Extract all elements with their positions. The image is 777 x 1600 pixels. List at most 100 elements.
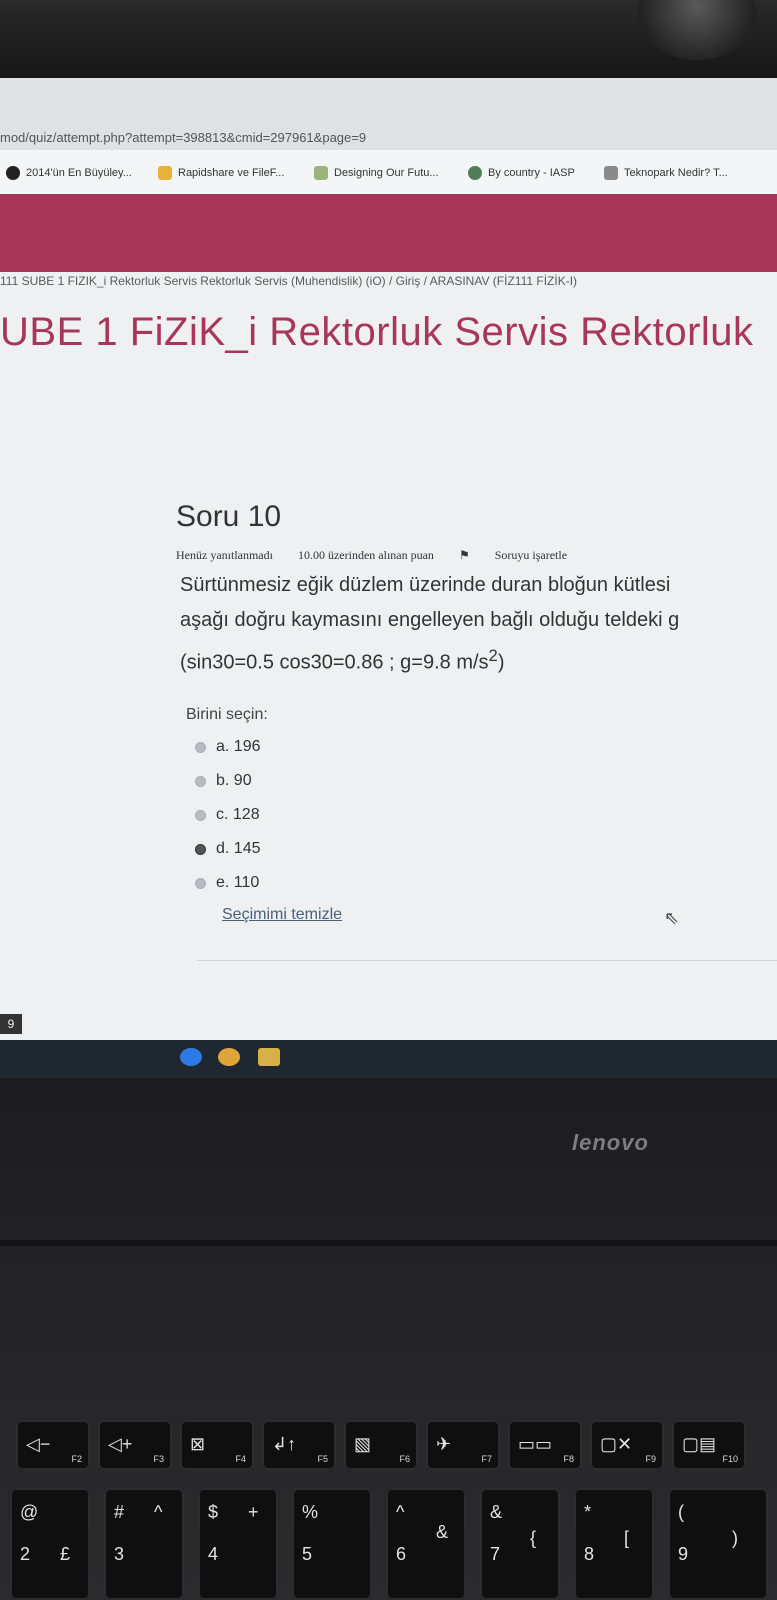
key-8[interactable]: * 8 [: [574, 1488, 654, 1600]
key-symbol: 2: [20, 1544, 31, 1564]
radio-button[interactable]: [195, 775, 206, 787]
key-f9[interactable]: ▢✕ F9: [590, 1420, 664, 1470]
clear-choice-link[interactable]: Seçimimi temizle: [222, 906, 342, 924]
key-symbol: {: [530, 1528, 537, 1548]
radio-button[interactable]: [195, 741, 206, 753]
key-symbol: @: [20, 1502, 39, 1522]
formula-exponent: 2: [488, 646, 498, 665]
option-label: d. 145: [216, 840, 261, 857]
key-symbol: 6: [396, 1544, 407, 1564]
key-label: F3: [153, 1454, 164, 1464]
laptop-hinge: [0, 1240, 777, 1246]
bookmark-site-icon: [604, 166, 618, 180]
bookmark-item[interactable]: Designing Our Futu...: [314, 166, 439, 180]
key-label: F2: [71, 1454, 82, 1464]
question-info: Henüz yanıtlanmadı 10.00 üzerinden alına…: [176, 548, 611, 563]
question-text-line: (sin30=0.5 cos30=0.86 ; g=9.8 m/s2): [180, 638, 679, 681]
key-symbol: #: [114, 1502, 125, 1522]
key-symbol: *: [584, 1502, 592, 1522]
breadcrumb[interactable]: 111 SUBE 1 FIZIK_i Rektorluk Servis Rekt…: [0, 274, 577, 288]
key-symbol: ): [732, 1528, 738, 1548]
key-label: F9: [645, 1454, 656, 1464]
radio-button-selected[interactable]: [195, 843, 206, 855]
bookmark-globe-icon: [468, 166, 482, 180]
question-text: Sürtünmesiz eğik düzlem üzerinde duran b…: [180, 568, 679, 681]
key-symbol: ◁+: [108, 1434, 133, 1454]
key-9[interactable]: (9): [668, 1488, 768, 1600]
formula-text: (sin30=0.5 cos30=0.86 ; g=9.8 m/s: [180, 651, 489, 674]
key-symbol: ^: [396, 1502, 405, 1522]
radio-button[interactable]: [195, 809, 206, 821]
flag-label: Soruyu işaretle: [494, 548, 568, 562]
key-label: F7: [481, 1454, 492, 1464]
taskbar: [0, 1040, 777, 1078]
bookmark-label: Teknopark Nedir? T...: [624, 167, 728, 179]
radio-button[interactable]: [195, 877, 206, 889]
key-label: F8: [563, 1454, 574, 1464]
question-text-line: aşağı doğru kaymasını engelleyen bağlı o…: [180, 609, 680, 631]
key-f3[interactable]: ◁+ F3: [98, 1420, 172, 1470]
bookmark-item[interactable]: Teknopark Nedir? T...: [604, 166, 728, 180]
key-symbol: &: [436, 1522, 449, 1542]
key-3[interactable]: #3 ^: [104, 1488, 184, 1600]
bookmark-download-icon: [158, 166, 172, 180]
key-f6[interactable]: ▧ F6: [344, 1420, 418, 1470]
site-header-banner: [0, 194, 777, 272]
bookmark-image-icon: [314, 166, 328, 180]
key-symbol: $: [208, 1502, 219, 1522]
browser-screen: mod/quiz/attempt.php?attempt=398813&cmid…: [0, 78, 777, 1078]
key-f10[interactable]: ▢▤ F10: [672, 1420, 746, 1470]
key-symbol: 7: [490, 1544, 501, 1564]
answer-option-c[interactable]: c. 128: [195, 806, 260, 824]
monitor-bezel: [0, 0, 777, 80]
key-f5[interactable]: ↲↑ F5: [262, 1420, 336, 1470]
key-7[interactable]: & 7 {: [480, 1488, 560, 1600]
key-symbol: +: [248, 1502, 259, 1522]
key-symbol: ↲↑: [272, 1434, 297, 1454]
key-symbol: 3: [114, 1544, 125, 1564]
key-f7[interactable]: ✈ F7: [426, 1420, 500, 1470]
key-symbol: (: [678, 1502, 684, 1522]
key-symbol: ▭▭: [518, 1434, 553, 1454]
answer-option-b[interactable]: b. 90: [195, 772, 252, 790]
key-symbol: ▢✕: [600, 1434, 633, 1454]
file-explorer-icon[interactable]: [258, 1048, 280, 1066]
mouse-pointer-icon: ⇖: [664, 908, 680, 928]
formula-text: ): [497, 651, 505, 674]
answer-option-e[interactable]: e. 110: [195, 874, 259, 892]
key-5[interactable]: % 5: [292, 1488, 372, 1600]
bookmark-site-icon: [6, 166, 20, 180]
option-label: b. 90: [216, 772, 252, 789]
background-object: [637, 0, 757, 60]
key-symbol: ⊠: [190, 1434, 206, 1454]
edge-browser-icon[interactable]: [180, 1048, 202, 1066]
key-label: F5: [317, 1454, 328, 1464]
question-status: Henüz yanıtlanmadı: [176, 548, 273, 562]
bookmark-item[interactable]: 2014'ün En Büyüley...: [6, 166, 132, 180]
key-symbol: [: [624, 1528, 630, 1548]
key-symbol: 9: [678, 1544, 689, 1564]
key-label: F6: [399, 1454, 410, 1464]
key-label: F10: [722, 1454, 738, 1464]
option-label: e. 110: [216, 874, 260, 891]
flag-question-link[interactable]: ⚑ Soruyu işaretle: [459, 548, 589, 562]
key-f4[interactable]: ⊠ F4: [180, 1420, 254, 1470]
key-6[interactable]: ^ 6 &: [386, 1488, 466, 1600]
key-2[interactable]: @2 £: [10, 1488, 90, 1600]
key-symbol: ◁−: [26, 1434, 51, 1454]
key-4[interactable]: $4 +: [198, 1488, 278, 1600]
key-f2[interactable]: ◁− F2: [16, 1420, 90, 1470]
key-symbol: %: [302, 1502, 319, 1522]
key-symbol: ✈: [436, 1434, 452, 1454]
answer-option-d[interactable]: d. 145: [195, 840, 260, 858]
bookmark-item[interactable]: Rapidshare ve FileF...: [158, 166, 284, 180]
answer-option-a[interactable]: a. 196: [195, 738, 260, 756]
flag-icon: ⚑: [458, 548, 473, 562]
bookmark-label: 2014'ün En Büyüley...: [26, 167, 132, 179]
chrome-browser-icon[interactable]: [218, 1048, 240, 1066]
key-f8[interactable]: ▭▭ F8: [508, 1420, 582, 1470]
url-text[interactable]: mod/quiz/attempt.php?attempt=398813&cmid…: [0, 130, 366, 145]
key-symbol: 8: [584, 1544, 595, 1564]
key-symbol: £: [60, 1544, 71, 1564]
bookmark-item[interactable]: By country - IASP: [468, 166, 575, 180]
